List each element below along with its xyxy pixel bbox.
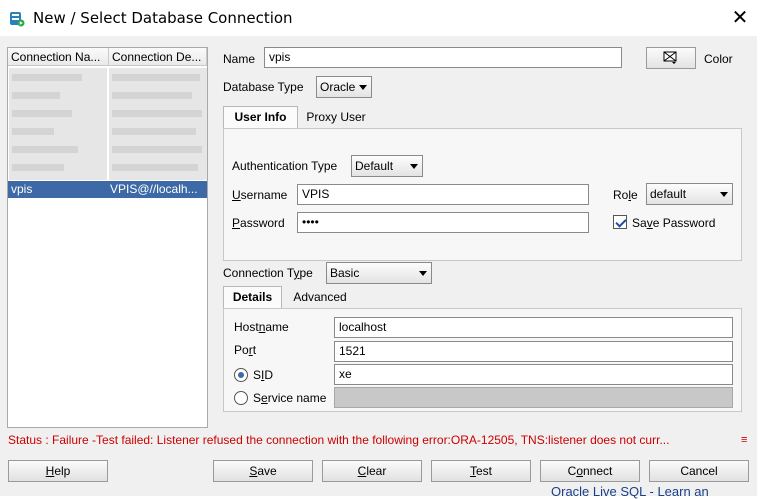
redacted-block xyxy=(12,146,78,153)
sql-developer-icon xyxy=(10,12,25,27)
role-label: Role xyxy=(613,188,638,202)
connect-button[interactable]: Connect xyxy=(540,460,640,482)
tab-details[interactable]: Details xyxy=(223,286,282,308)
tab-advanced[interactable]: Advanced xyxy=(284,286,356,308)
chevron-down-icon xyxy=(720,192,728,197)
hostname-field[interactable]: localhost xyxy=(334,317,733,338)
username-field[interactable]: VPIS xyxy=(297,184,589,205)
redacted-block xyxy=(112,164,198,171)
service-name-field xyxy=(334,387,733,408)
hostname-label: Hostname xyxy=(234,320,289,334)
password-label: Password xyxy=(232,216,285,230)
database-type-value: Oracle xyxy=(320,80,356,94)
name-label: Name xyxy=(223,52,256,66)
connection-type-label: Connection Type xyxy=(223,266,313,280)
details-list-icon[interactable]: ≡ xyxy=(741,434,747,446)
chevron-down-icon xyxy=(359,85,367,90)
redacted-block xyxy=(12,164,64,171)
save-password-checkbox[interactable] xyxy=(613,215,627,229)
service-name-label: Service name xyxy=(253,391,327,405)
authentication-type-label: Authentication Type xyxy=(232,159,338,173)
role-select[interactable]: default xyxy=(646,183,733,205)
redacted-block xyxy=(112,110,202,117)
chevron-down-icon xyxy=(419,271,427,276)
connection-row-selected[interactable]: vpis VPIS@//localh... xyxy=(8,181,207,198)
chevron-down-icon xyxy=(410,164,418,169)
help-button[interactable]: Help xyxy=(8,460,108,482)
password-field[interactable]: •••• xyxy=(297,212,589,233)
sid-label: SID xyxy=(253,368,274,382)
color-picker-button[interactable] xyxy=(646,47,696,69)
connection-name-cell: vpis xyxy=(11,182,33,196)
port-field[interactable]: 1521 xyxy=(334,341,733,362)
connection-details-cell: VPIS@//localh... xyxy=(110,182,198,196)
authentication-type-select[interactable]: Default xyxy=(351,155,423,177)
tab-user-info[interactable]: User Info xyxy=(223,106,298,128)
redacted-block xyxy=(112,92,192,99)
clear-button[interactable]: Clear xyxy=(322,460,422,482)
close-icon[interactable]: ✕ xyxy=(726,4,754,32)
username-label: Username xyxy=(232,188,288,202)
tab-proxy-user[interactable]: Proxy User xyxy=(300,106,372,128)
status-message: Status : Failure -Test failed: Listener … xyxy=(8,433,670,447)
sid-field[interactable]: xe xyxy=(334,364,733,385)
color-label: Color xyxy=(704,52,733,66)
color-swatch-icon xyxy=(663,51,677,64)
save-button[interactable]: Save xyxy=(213,460,313,482)
connection-type-value: Basic xyxy=(330,266,360,280)
connection-type-select[interactable]: Basic xyxy=(326,262,432,284)
column-header-connection-name[interactable]: Connection Na... xyxy=(8,48,109,66)
service-name-radio[interactable] xyxy=(234,391,248,405)
name-field[interactable]: vpis xyxy=(264,47,622,68)
redacted-block xyxy=(12,92,60,99)
redacted-block xyxy=(112,146,202,153)
background-link: Oracle Live SQL - Learn an xyxy=(551,484,709,499)
background-window xyxy=(757,36,766,496)
role-value: default xyxy=(650,187,687,201)
authentication-type-value: Default xyxy=(355,159,394,173)
redacted-block xyxy=(12,128,54,135)
sid-radio[interactable] xyxy=(234,368,248,382)
redacted-block xyxy=(12,110,72,117)
database-type-label: Database Type xyxy=(223,80,304,94)
title-bar: New / Select Database Connection ✕ xyxy=(0,0,766,36)
redacted-block xyxy=(112,128,196,135)
test-button[interactable]: Test xyxy=(431,460,531,482)
window-title: New / Select Database Connection xyxy=(33,9,293,27)
connection-list[interactable]: Connection Na... Connection De... vpis V… xyxy=(7,47,208,428)
redacted-block xyxy=(112,74,200,81)
database-type-select[interactable]: Oracle xyxy=(316,76,372,98)
redacted-block xyxy=(12,74,82,81)
port-label: Port xyxy=(234,343,257,357)
column-header-connection-details[interactable]: Connection De... xyxy=(109,48,207,66)
cancel-button[interactable]: Cancel xyxy=(649,460,749,482)
save-password-label: Save Password xyxy=(632,216,716,230)
